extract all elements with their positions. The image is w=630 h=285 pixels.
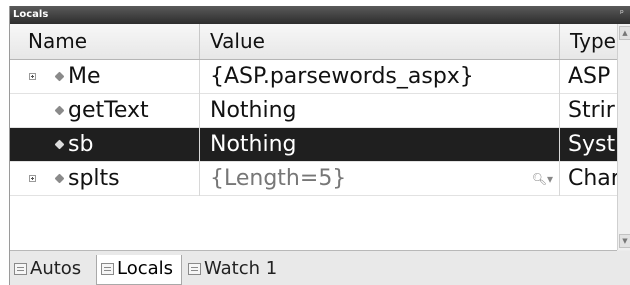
variable-name: splts — [68, 166, 120, 191]
variable-name: getText — [68, 98, 149, 123]
tab-label: Locals — [117, 258, 174, 279]
column-header-type[interactable]: Type — [560, 24, 617, 59]
table-row[interactable]: getText Nothing Strir — [10, 94, 617, 128]
tool-window-tabs: Autos Locals Watch 1 — [10, 251, 630, 285]
value-text: {Length=5} — [210, 166, 347, 191]
table-row-selected[interactable]: sb Nothing Syst — [10, 128, 617, 162]
value-cell[interactable]: Nothing — [200, 94, 560, 128]
variable-name: sb — [68, 132, 94, 157]
tab-label: Watch 1 — [204, 258, 278, 279]
tab-watch-1[interactable]: Watch 1 — [184, 255, 294, 285]
variable-icon — [54, 139, 65, 150]
value-cell[interactable]: {ASP.parsewords_aspx} — [200, 60, 560, 94]
tab-label: Autos — [30, 258, 82, 279]
type-cell: Syst — [568, 132, 616, 157]
magnifier-icon[interactable]: 🔍︎▾ — [532, 173, 553, 185]
tab-locals[interactable]: Locals — [96, 255, 182, 285]
value-cell[interactable]: {Length=5} 🔍︎▾ — [200, 162, 560, 196]
variable-icon — [54, 71, 65, 82]
variable-icon — [54, 105, 65, 116]
tab-window-icon — [101, 263, 114, 275]
table-row[interactable]: splts {Length=5} 🔍︎▾ Char — [10, 162, 617, 196]
window-title: Locals — [13, 9, 49, 20]
tab-window-icon — [14, 263, 27, 275]
column-header-name[interactable]: Name — [10, 24, 200, 59]
column-header-row: Name Value Type — [10, 24, 617, 60]
table-row[interactable]: Me {ASP.parsewords_aspx} ASP — [10, 60, 617, 94]
scroll-up-icon[interactable]: ▲ — [619, 26, 630, 40]
variable-name: Me — [68, 64, 101, 89]
vertical-scrollbar[interactable]: ▲ ▼ — [617, 24, 630, 250]
name-cell: getText — [10, 94, 200, 128]
title-bar[interactable]: Locals ᵖ — [10, 6, 630, 24]
type-cell: Strir — [568, 98, 615, 123]
locals-grid: Name Value Type Me {ASP.parsewords_aspx}… — [10, 24, 617, 251]
expand-icon[interactable] — [29, 73, 36, 80]
variable-icon — [54, 173, 65, 184]
name-cell: splts — [10, 162, 200, 196]
name-cell: Me — [10, 60, 200, 94]
column-header-value[interactable]: Value — [200, 24, 560, 59]
pin-icon[interactable]: ᵖ — [620, 8, 628, 20]
expand-icon[interactable] — [29, 175, 36, 182]
scroll-down-icon[interactable]: ▼ — [619, 234, 630, 248]
name-cell: sb — [10, 128, 200, 162]
locals-window: Locals ᵖ Name Value Type Me {ASP.parsewo… — [9, 6, 630, 285]
tab-window-icon — [188, 263, 201, 275]
type-cell: Char — [568, 166, 617, 191]
tab-autos[interactable]: Autos — [10, 255, 96, 285]
value-cell[interactable]: Nothing — [200, 128, 560, 162]
type-cell: ASP — [568, 64, 611, 89]
